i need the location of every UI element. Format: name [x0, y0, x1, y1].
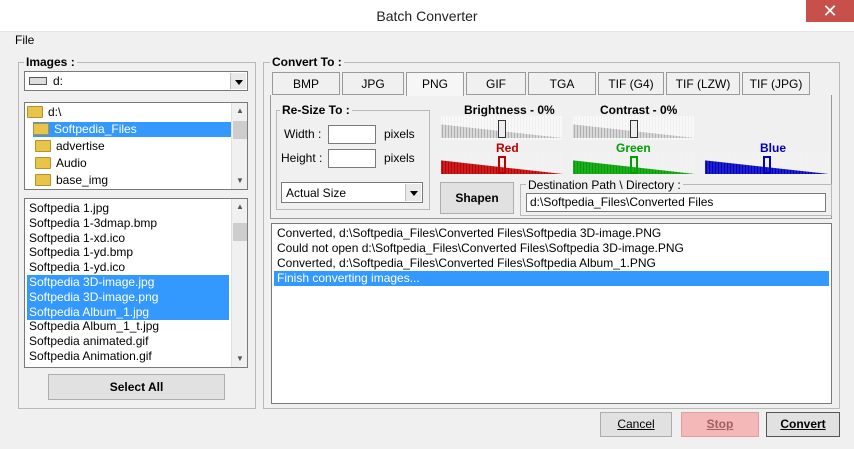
folder-item[interactable]: d:\: [27, 105, 231, 120]
slider-thumb[interactable]: [498, 120, 506, 138]
tab-tif-jpg[interactable]: TIF (JPG): [742, 72, 810, 95]
tab-tif-lzw[interactable]: TIF (LZW): [666, 72, 740, 95]
stop-button[interactable]: Stop: [681, 412, 759, 437]
file-item[interactable]: Softpedia 1-3dmap.bmp: [27, 216, 229, 231]
file-item[interactable]: Softpedia 1.jpg: [27, 201, 229, 216]
folder-label: Audio: [56, 156, 87, 170]
cancel-label: Cancel: [617, 417, 655, 431]
chevron-down-icon[interactable]: [230, 73, 246, 89]
log-list[interactable]: Converted, d:\Softpedia_Files\Converted …: [271, 223, 832, 404]
cancel-button[interactable]: Cancel: [600, 412, 672, 437]
convert-label: Convert: [780, 417, 826, 431]
close-button[interactable]: ✕: [806, 0, 854, 22]
height-input[interactable]: [328, 149, 376, 168]
folder-icon: [27, 106, 43, 118]
contrast-label: Contrast - 0%: [600, 103, 678, 117]
convert-button[interactable]: Convert: [766, 412, 840, 437]
drive-value: d:: [53, 74, 64, 88]
stop-label: Stop: [706, 417, 734, 431]
log-line: Could not open d:\Softpedia_Files\Conver…: [277, 241, 684, 255]
file-item[interactable]: Softpedia 1-xd.ico: [27, 231, 229, 246]
file-item[interactable]: Softpedia Album_1_t.jpg: [27, 319, 229, 334]
destination-label: Destination Path \ Directory :: [526, 178, 683, 192]
green-slider[interactable]: [573, 152, 695, 176]
select-all-button[interactable]: Select All: [48, 374, 225, 400]
log-line: Finish converting images...: [274, 271, 829, 286]
scroll-up-icon[interactable]: ▲: [232, 199, 247, 215]
blue-slider[interactable]: [705, 152, 829, 176]
resize-group-label: Re-Size To :: [280, 103, 352, 117]
folder-item[interactable]: Softpedia_Files: [33, 122, 231, 137]
tab-tif-g4[interactable]: TIF (G4): [598, 72, 664, 95]
tab-bmp[interactable]: BMP: [272, 72, 340, 95]
drive-icon: [29, 77, 47, 85]
folder-icon: [35, 140, 51, 152]
file-item[interactable]: Softpedia 3D-image.jpg: [27, 275, 229, 290]
folder-scrollbar[interactable]: ▲ ▼: [231, 103, 247, 189]
height-units: pixels: [384, 151, 415, 165]
file-item[interactable]: Softpedia Album_1.jpg: [27, 304, 229, 320]
folder-list[interactable]: d:\ Softpedia_Files advertise Audio base_img…: [24, 102, 248, 190]
folder-label: base_img: [56, 173, 109, 187]
file-item[interactable]: Softpedia 3D-image.png: [27, 289, 229, 305]
width-units: pixels: [384, 127, 415, 141]
folder-label: d:\: [48, 105, 62, 119]
chevron-down-icon[interactable]: [405, 184, 421, 201]
menu-file[interactable]: File: [15, 33, 34, 47]
images-group-label: Images :: [24, 55, 77, 69]
folder-icon: [33, 123, 49, 135]
width-label: Width :: [284, 127, 322, 141]
size-select-value: Actual Size: [286, 186, 347, 200]
file-list[interactable]: Softpedia 1.jpg Softpedia 1-3dmap.bmp Soft…: [24, 198, 248, 368]
convert-group-label: Convert To :: [270, 55, 344, 69]
slider-thumb[interactable]: [630, 156, 638, 174]
folder-label: Softpedia_Files: [54, 122, 137, 136]
brightness-label: Brightness - 0%: [464, 103, 555, 117]
tab-png[interactable]: PNG: [406, 72, 464, 96]
file-scrollbar[interactable]: ▲ ▼: [231, 199, 247, 367]
scroll-down-icon[interactable]: ▼: [232, 173, 247, 189]
folder-item[interactable]: base_img: [35, 173, 231, 188]
slider-thumb[interactable]: [763, 156, 771, 174]
window-title: Batch Converter: [376, 8, 478, 24]
scroll-down-icon[interactable]: ▼: [232, 351, 247, 367]
menu-bar: [0, 32, 854, 50]
folder-item[interactable]: advertise: [35, 139, 231, 154]
log-line: Converted, d:\Softpedia_Files\Converted …: [277, 256, 656, 270]
sharpen-button[interactable]: Shapen: [440, 182, 514, 214]
folder-icon: [35, 174, 51, 186]
folder-label: advertise: [56, 139, 105, 153]
tab-gif[interactable]: GIF: [466, 72, 526, 95]
slider-thumb[interactable]: [498, 156, 506, 174]
destination-input[interactable]: d:\Softpedia_Files\Converted Files: [526, 193, 826, 212]
file-item[interactable]: Softpedia Animation.gif: [27, 349, 229, 364]
tab-jpg[interactable]: JPG: [342, 72, 404, 95]
red-slider[interactable]: [441, 152, 563, 176]
width-input[interactable]: [328, 125, 376, 144]
brightness-slider[interactable]: [441, 116, 563, 140]
file-item[interactable]: Softpedia 1-yd.bmp: [27, 245, 229, 260]
file-item[interactable]: Softpedia 1-yd.ico: [27, 260, 229, 275]
drive-select[interactable]: d:: [24, 71, 248, 91]
tab-tga[interactable]: TGA: [528, 72, 596, 95]
scroll-up-icon[interactable]: ▲: [232, 103, 247, 119]
scroll-thumb[interactable]: [233, 223, 247, 241]
slider-thumb[interactable]: [630, 120, 638, 138]
folder-icon: [35, 157, 51, 169]
folder-item[interactable]: Audio: [35, 156, 231, 171]
height-label: Height :: [281, 151, 323, 165]
file-item[interactable]: Softpedia animated.gif: [27, 334, 229, 349]
size-select[interactable]: Actual Size: [281, 182, 423, 203]
scroll-thumb[interactable]: [233, 121, 247, 139]
contrast-slider[interactable]: [573, 116, 695, 140]
log-line: Converted, d:\Softpedia_Files\Converted …: [277, 226, 662, 240]
